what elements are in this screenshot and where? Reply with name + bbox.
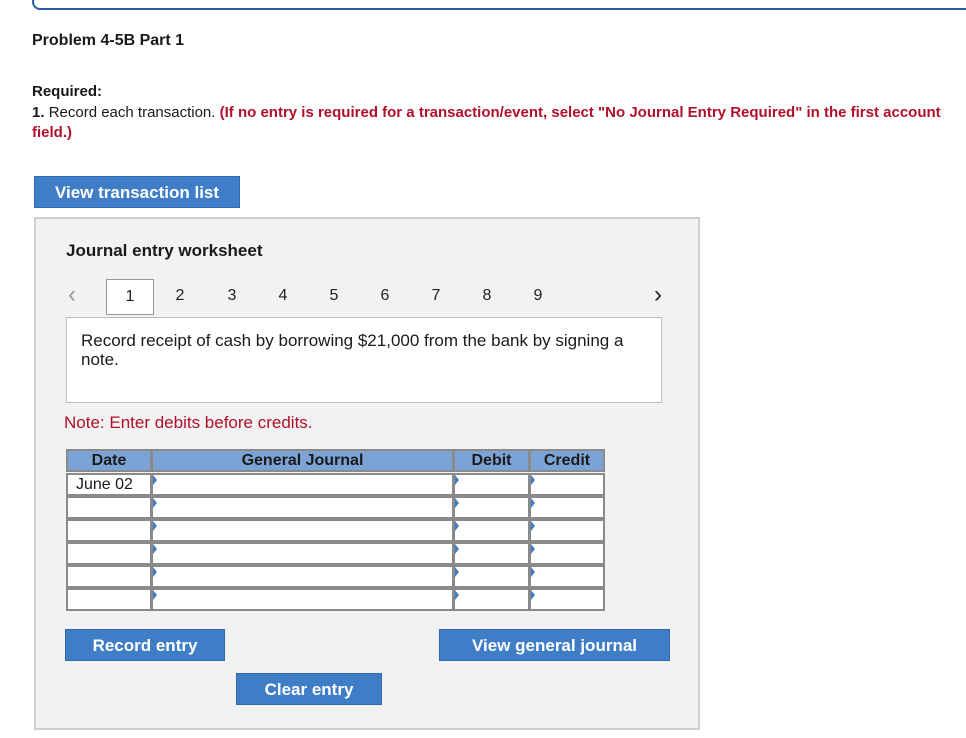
debit-column-header: Debit xyxy=(453,449,530,472)
page-6[interactable]: 6 xyxy=(367,279,403,315)
date-cell[interactable] xyxy=(66,496,152,519)
date-cell[interactable] xyxy=(66,519,152,542)
chevron-right-icon[interactable]: › xyxy=(654,279,662,311)
input-marker-icon xyxy=(455,521,459,531)
page-9[interactable]: 9 xyxy=(520,279,556,315)
dropdown-marker-icon xyxy=(153,544,157,554)
debit-field[interactable] xyxy=(453,542,530,565)
debit-field[interactable] xyxy=(453,519,530,542)
input-marker-icon xyxy=(531,498,535,508)
input-marker-icon xyxy=(531,590,535,600)
input-marker-icon xyxy=(531,521,535,531)
entry-note: Note: Enter debits before credits. xyxy=(64,413,313,432)
page-title: Problem 4-5B Part 1 xyxy=(32,32,185,49)
page-7[interactable]: 7 xyxy=(418,279,454,315)
page-4[interactable]: 4 xyxy=(265,279,301,315)
date-column-header: Date xyxy=(66,449,152,472)
date-cell[interactable]: June 02 xyxy=(66,473,152,496)
debit-field[interactable] xyxy=(453,496,530,519)
debit-field[interactable] xyxy=(453,473,530,496)
dropdown-marker-icon xyxy=(153,521,157,531)
account-field[interactable] xyxy=(151,542,454,565)
account-field[interactable] xyxy=(151,588,454,611)
view-general-journal-button[interactable]: View general journal xyxy=(439,629,670,661)
account-field[interactable] xyxy=(151,473,454,496)
chevron-left-icon[interactable]: ‹ xyxy=(68,279,76,311)
dropdown-marker-icon xyxy=(153,567,157,577)
input-marker-icon xyxy=(455,544,459,554)
instruction-number: 1. xyxy=(32,104,45,121)
page-8[interactable]: 8 xyxy=(469,279,505,315)
input-marker-icon xyxy=(455,498,459,508)
credit-field[interactable] xyxy=(529,519,605,542)
dropdown-marker-icon xyxy=(153,475,157,485)
journal-header-row: Date General Journal Debit Credit xyxy=(66,449,605,472)
dropdown-marker-icon xyxy=(153,590,157,600)
credit-field[interactable] xyxy=(529,565,605,588)
credit-column-header: Credit xyxy=(529,449,605,472)
top-frame xyxy=(32,0,966,10)
table-row xyxy=(66,565,605,588)
input-marker-icon xyxy=(455,567,459,577)
account-field[interactable] xyxy=(151,519,454,542)
worksheet-title: Journal entry worksheet xyxy=(66,241,263,260)
dropdown-marker-icon xyxy=(153,498,157,508)
instruction-text: Record each transaction. xyxy=(48,104,216,121)
clear-entry-button[interactable]: Clear entry xyxy=(236,673,382,705)
input-marker-icon xyxy=(455,590,459,600)
date-cell[interactable] xyxy=(66,542,152,565)
record-entry-button[interactable]: Record entry xyxy=(65,629,225,661)
credit-field[interactable] xyxy=(529,496,605,519)
date-cell[interactable] xyxy=(66,565,152,588)
page-3[interactable]: 3 xyxy=(214,279,250,315)
table-row: June 02 xyxy=(66,473,605,496)
account-field[interactable] xyxy=(151,496,454,519)
table-row xyxy=(66,588,605,611)
credit-field[interactable] xyxy=(529,588,605,611)
general-journal-column-header: General Journal xyxy=(151,449,454,472)
input-marker-icon xyxy=(455,475,459,485)
table-row xyxy=(66,496,605,519)
required-label: Required: xyxy=(32,83,103,100)
credit-field[interactable] xyxy=(529,542,605,565)
transaction-description: Record receipt of cash by borrowing $21,… xyxy=(66,317,662,403)
input-marker-icon xyxy=(531,475,535,485)
account-field[interactable] xyxy=(151,565,454,588)
input-marker-icon xyxy=(531,567,535,577)
page-5[interactable]: 5 xyxy=(316,279,352,315)
input-marker-icon xyxy=(531,544,535,554)
page-1[interactable]: 1 xyxy=(106,279,154,315)
debit-field[interactable] xyxy=(453,588,530,611)
debit-field[interactable] xyxy=(453,565,530,588)
table-row xyxy=(66,542,605,565)
view-transaction-list-button[interactable]: View transaction list xyxy=(34,176,240,208)
date-cell[interactable] xyxy=(66,588,152,611)
journal-entry-worksheet-panel: Journal entry worksheet ‹ 1 2 3 4 5 6 7 … xyxy=(34,217,700,730)
entry-pager: ‹ 1 2 3 4 5 6 7 8 9 › xyxy=(64,279,674,315)
credit-field[interactable] xyxy=(529,473,605,496)
table-row xyxy=(66,519,605,542)
instruction: 1. Record each transaction. (If no entry… xyxy=(32,103,962,143)
page-2[interactable]: 2 xyxy=(162,279,198,315)
